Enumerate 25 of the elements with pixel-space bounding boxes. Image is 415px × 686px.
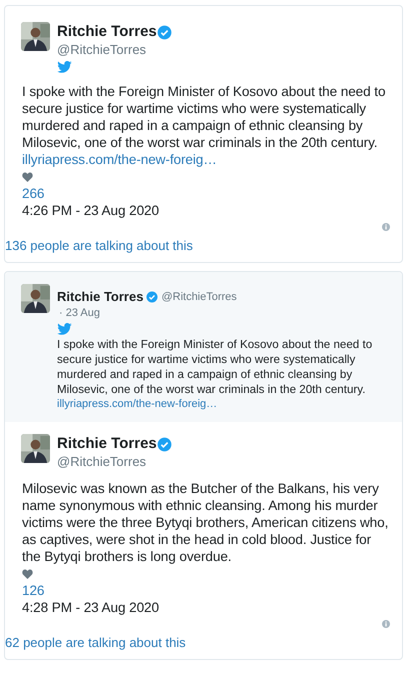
author-name[interactable]: Ritchie Torres: [57, 22, 157, 42]
info-icon[interactable]: [382, 620, 390, 628]
tweet-date[interactable]: · 23 Aug: [57, 305, 390, 321]
like-count[interactable]: 266: [22, 185, 390, 202]
like-count[interactable]: 126: [22, 582, 390, 599]
tweet-text: I spoke with the Foreign Minister of Kosovo about the need to secure justice for wartime victims who were systematically murdered and raped in a campaign of ethnic cleansing by Milosevic, one of the worst war criminals in the 20th century.: [57, 337, 374, 397]
author-handle[interactable]: @RitchieTorres: [161, 290, 237, 304]
talking-link[interactable]: 62 people are talking about this: [5, 634, 402, 651]
bird-icon[interactable]: [57, 61, 72, 73]
heart-icon[interactable]: [22, 172, 33, 182]
tweet-text: Milosevic was known as the Butcher of the Balkans, his very name synonymous with ethnic cleansing. Among his murder victims were the three Bytyqi brothers, American citizens who, as captives, were shot in the head in cold blood. Justice for the Bytyqi brothers is long overdue.: [22, 480, 390, 565]
bird-icon[interactable]: [57, 323, 72, 335]
tweet-timestamp[interactable]: 4:26 PM - 23 Aug 2020: [22, 202, 390, 219]
author-handle[interactable]: @RitchieTorres: [57, 454, 172, 470]
author-handle[interactable]: @RitchieTorres: [57, 42, 172, 58]
author-name[interactable]: Ritchie Torres: [57, 289, 144, 305]
author-name[interactable]: Ritchie Torres: [57, 434, 157, 454]
heart-icon[interactable]: [22, 569, 33, 579]
tweet-text: I spoke with the Foreign Minister of Kosovo about the need to secure justice for wartime victims who were systematically murdered and raped in a campaign of ethnic cleansing by Milosevic, one of the worst war criminals in the 20th century.: [22, 83, 386, 151]
tweet-timestamp[interactable]: 4:28 PM - 23 Aug 2020: [22, 599, 390, 616]
tweet-link[interactable]: illyriapress.com/the-new-foreig…: [57, 397, 390, 412]
quoted-tweet[interactable]: [5, 272, 402, 422]
tweet-link[interactable]: illyriapress.com/the-new-foreig…: [22, 151, 390, 168]
talking-link[interactable]: 136 people are talking about this: [5, 237, 402, 254]
info-icon[interactable]: [382, 223, 390, 231]
